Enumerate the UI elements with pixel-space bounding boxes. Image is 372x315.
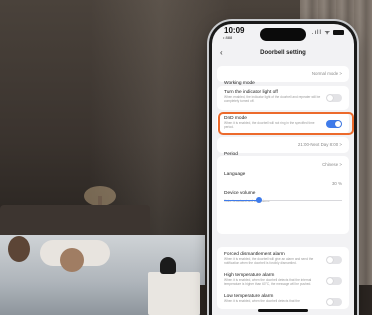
language-row[interactable]: Language Chinese > xyxy=(224,162,342,180)
home-indicator xyxy=(258,309,308,312)
sleeping-person xyxy=(8,236,30,262)
low-temp-desc: When it is enabled, when the doorbell de… xyxy=(224,299,300,303)
status-sub: • 888 xyxy=(223,35,233,40)
toggle-knob xyxy=(327,257,333,263)
period-row[interactable]: Period 21:00-Next Day 8:00 > xyxy=(217,137,349,157)
period-value: 21:00-Next Day 8:00 > xyxy=(297,142,342,147)
volume-value: 30 % xyxy=(331,181,342,186)
language-label: Language xyxy=(224,172,246,177)
page-title: Doorbell setting xyxy=(260,50,306,56)
low-temp-toggle[interactable] xyxy=(326,298,342,306)
chevron-right-icon: > xyxy=(339,71,342,76)
status-time: 10:09 xyxy=(224,26,245,35)
indicator-light-toggle[interactable] xyxy=(326,94,342,102)
dnd-mode-desc: When it is enabled, the doorbell will no… xyxy=(224,121,315,129)
high-temp-row: High temperature alarm When it is enable… xyxy=(224,273,342,287)
device-settings-card: Language Chinese > Device volume 30 % Vo… xyxy=(217,156,349,234)
phone-screen: 10:09 • 888 .ıll ᯤ ‹ Doorbell setting Wo… xyxy=(212,24,354,315)
status-bar: 10:09 • 888 .ıll ᯤ xyxy=(212,24,354,44)
headboard xyxy=(0,205,150,239)
volume-slider-fill xyxy=(224,200,260,201)
high-temp-toggle[interactable] xyxy=(326,277,342,285)
language-value: Chinese > xyxy=(322,162,342,167)
toggle-knob xyxy=(327,95,333,101)
sleeping-person xyxy=(60,248,84,272)
dismantle-toggle[interactable] xyxy=(326,256,342,264)
working-mode-row[interactable]: Working mode Normal mode > xyxy=(217,66,349,86)
chevron-right-icon: > xyxy=(339,142,342,147)
dnd-mode-row: DnD mode When it is enabled, the doorbel… xyxy=(217,112,354,135)
signal-wifi-icon: .ıll ᯤ xyxy=(311,30,331,36)
dismantle-row: Forced dismantlement alarm When it is en… xyxy=(224,252,342,266)
dynamic-island xyxy=(260,28,306,41)
toggle-knob xyxy=(327,278,333,284)
doorbell-chime-device xyxy=(160,257,176,274)
dismantle-desc: When it is enabled, the doorbell will gi… xyxy=(224,257,314,265)
toggle-knob xyxy=(327,299,333,305)
volume-label: Device volume xyxy=(224,191,256,196)
nightstand xyxy=(148,272,200,315)
toggle-knob xyxy=(335,121,341,127)
low-temp-row: Low temperature alarm When it is enabled… xyxy=(224,294,342,306)
chevron-right-icon: > xyxy=(339,162,342,167)
nav-bar: ‹ Doorbell setting xyxy=(212,47,354,63)
high-temp-desc: When it is enabled, when the doorbell de… xyxy=(224,278,312,286)
status-icons: .ıll ᯤ xyxy=(312,28,344,36)
alarm-settings-card: Forced dismantlement alarm When it is en… xyxy=(217,247,349,309)
indicator-light-row: Turn the indicator light off When enable… xyxy=(217,86,349,110)
battery-icon xyxy=(333,29,344,35)
indicator-light-desc: When enabled, the indicator light of the… xyxy=(224,95,321,103)
working-mode-value: Normal mode > xyxy=(311,71,342,76)
dnd-mode-toggle[interactable] xyxy=(326,120,342,128)
